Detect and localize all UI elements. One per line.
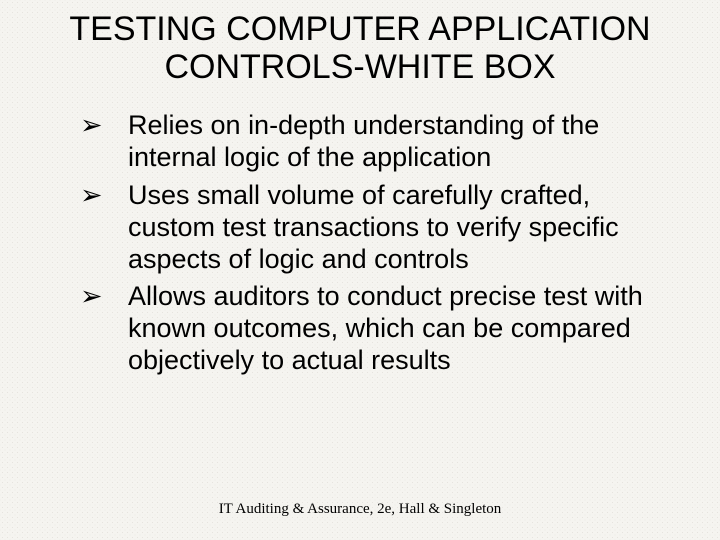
bullet-marker-icon: ➢ (80, 180, 103, 212)
bullet-list: ➢ Relies on in-depth understanding of th… (80, 110, 670, 377)
list-item-text: Uses small volume of carefully crafted, … (128, 180, 619, 274)
list-item: ➢ Uses small volume of carefully crafted… (80, 180, 670, 276)
list-item-text: Allows auditors to conduct precise test … (128, 281, 643, 375)
list-item: ➢ Relies on in-depth understanding of th… (80, 110, 670, 174)
slide-footer: IT Auditing & Assurance, 2e, Hall & Sing… (0, 501, 720, 518)
list-item-text: Relies on in-depth understanding of the … (128, 110, 599, 172)
slide: TESTING COMPUTER APPLICATION CONTROLS-WH… (0, 0, 720, 540)
bullet-marker-icon: ➢ (80, 110, 103, 142)
list-item: ➢ Allows auditors to conduct precise tes… (80, 281, 670, 377)
slide-title: TESTING COMPUTER APPLICATION CONTROLS-WH… (20, 10, 700, 86)
bullet-marker-icon: ➢ (80, 281, 103, 313)
